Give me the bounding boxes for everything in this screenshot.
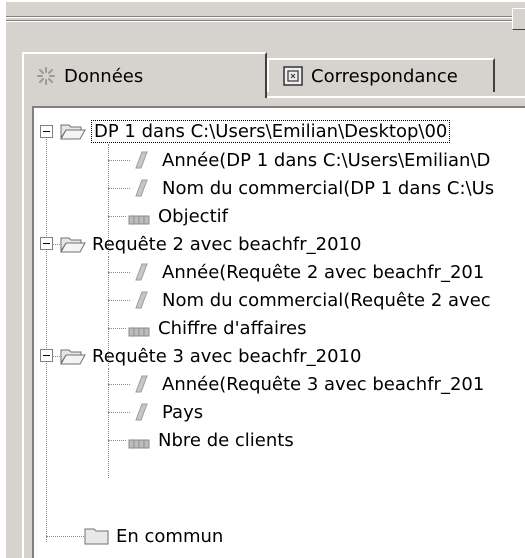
- dimension-icon: [132, 374, 150, 394]
- tree-group-label: DP 1 dans C:\Users\Emilian\Desktop\00: [90, 119, 451, 143]
- tab-correspondance[interactable]: Correspondance: [267, 58, 495, 92]
- dimension-icon: [132, 150, 150, 170]
- tree-item-label: Année(Requête 2 avec beachfr_201: [162, 261, 485, 283]
- measure-icon: [128, 210, 150, 225]
- folder-open-icon: [60, 121, 86, 141]
- tree-item[interactable]: Chiffre d'affaires: [128, 314, 306, 342]
- tree-item-label: Pays: [162, 401, 204, 423]
- tab-label: Données: [64, 65, 144, 87]
- panel-grip[interactable]: [6, 16, 512, 24]
- data-tree[interactable]: DP 1 dans C:\Users\Emilian\Desktop\00 An…: [32, 106, 525, 558]
- data-icon: [36, 66, 56, 86]
- dimension-icon: [132, 178, 150, 198]
- tree-item[interactable]: Pays: [132, 398, 203, 426]
- tree-item-label: Année(Requête 3 avec beachfr_201: [162, 373, 485, 395]
- tree-group[interactable]: DP 1 dans C:\Users\Emilian\Desktop\00: [60, 117, 451, 145]
- tree-item[interactable]: Nom du commercial(DP 1 dans C:\Us: [132, 174, 494, 202]
- mapping-icon: [283, 66, 303, 86]
- collapse-toggle[interactable]: [40, 237, 53, 250]
- panel-menu-button[interactable]: [512, 8, 525, 30]
- tree-group-label: En commun: [116, 525, 224, 547]
- tree-item[interactable]: Année(DP 1 dans C:\Users\Emilian\D: [132, 146, 490, 174]
- collapse-toggle[interactable]: [40, 349, 53, 362]
- tree-item-label: Année(DP 1 dans C:\Users\Emilian\D: [162, 149, 491, 171]
- folder-open-icon: [60, 234, 86, 254]
- folder-closed-icon: [84, 526, 110, 546]
- tree-item[interactable]: Nbre de clients: [128, 426, 294, 454]
- tree-group[interactable]: Requête 3 avec beachfr_2010: [60, 342, 361, 370]
- tree-group-label: Requête 2 avec beachfr_2010: [92, 233, 362, 255]
- measure-icon: [128, 434, 150, 449]
- measure-icon: [128, 322, 150, 337]
- tree-group-label: Requête 3 avec beachfr_2010: [92, 345, 362, 367]
- dimension-icon: [132, 290, 150, 310]
- dimension-icon: [132, 402, 150, 422]
- tab-donnees[interactable]: Données: [22, 52, 267, 98]
- tree-item[interactable]: Année(Requête 3 avec beachfr_201: [132, 370, 484, 398]
- tree-item-label: Chiffre d'affaires: [158, 317, 307, 339]
- collapse-toggle[interactable]: [40, 125, 53, 138]
- tree-group[interactable]: Requête 2 avec beachfr_2010: [60, 230, 361, 258]
- tree-item-label: Objectif: [158, 205, 228, 227]
- tab-label: Correspondance: [311, 65, 458, 87]
- folder-open-icon: [60, 346, 86, 366]
- dimension-icon: [132, 262, 150, 282]
- tree-item[interactable]: Année(Requête 2 avec beachfr_201: [132, 258, 484, 286]
- tree-item[interactable]: Objectif: [128, 202, 228, 230]
- tree-item-label: Nbre de clients: [158, 429, 294, 451]
- tree-item-label: Nom du commercial(Requête 2 avec: [162, 289, 491, 311]
- tree-group-common[interactable]: En commun: [84, 522, 223, 550]
- tree-item-label: Nom du commercial(DP 1 dans C:\Us: [162, 177, 495, 199]
- tree-item[interactable]: Nom du commercial(Requête 2 avec: [132, 286, 491, 314]
